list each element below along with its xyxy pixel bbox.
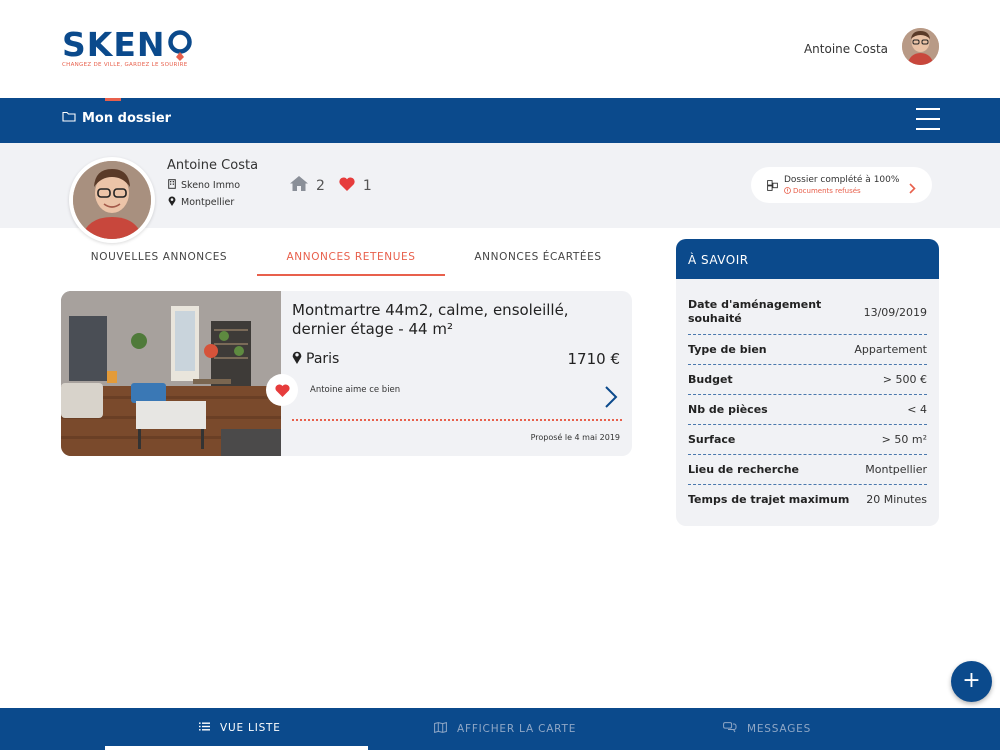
house-icon bbox=[290, 176, 308, 195]
info-row-value: 13/09/2019 bbox=[863, 305, 927, 319]
listing-location-text: Paris bbox=[306, 351, 340, 367]
active-tab-underline bbox=[257, 274, 445, 276]
info-row-value: Appartement bbox=[854, 343, 927, 356]
list-icon bbox=[199, 722, 210, 734]
info-row-label: Type de bien bbox=[688, 343, 767, 356]
bottom-tab-label: MESSAGES bbox=[747, 723, 812, 735]
row-separator bbox=[688, 424, 927, 425]
folder-icon bbox=[62, 111, 76, 126]
location-pin-icon bbox=[292, 350, 302, 368]
dossier-status-text: Dossier complété à 100% bbox=[784, 174, 900, 185]
info-row-label: Lieu de recherche bbox=[688, 463, 799, 476]
info-row-label: Budget bbox=[688, 373, 733, 386]
add-fab-button[interactable]: + bbox=[951, 661, 992, 702]
row-separator bbox=[688, 334, 927, 335]
listing-price: 1710 € bbox=[567, 350, 621, 368]
logo-text: SKEN bbox=[62, 25, 166, 64]
row-separator bbox=[688, 484, 927, 485]
warning-icon bbox=[784, 186, 791, 196]
location-pin-icon bbox=[168, 196, 176, 209]
profile-agency-line: Skeno Immo bbox=[168, 179, 240, 192]
dossier-status-button[interactable]: Dossier complété à 100% Documents refusé… bbox=[751, 167, 932, 203]
chat-icon bbox=[723, 722, 737, 736]
profile-stats: 2 1 bbox=[290, 176, 372, 195]
header-user-name[interactable]: Antoine Costa bbox=[804, 42, 888, 56]
dossier-warning-text: Documents refusés bbox=[793, 187, 861, 195]
bottom-tab-label: AFFICHER LA CARTE bbox=[457, 723, 577, 735]
documents-icon bbox=[767, 176, 778, 195]
info-row-label: Date d'aménagement souhaité bbox=[688, 298, 822, 325]
info-row-label: Temps de trajet maximum bbox=[688, 493, 850, 506]
profile-agency: Skeno Immo bbox=[181, 180, 241, 191]
info-row-label: Surface bbox=[688, 433, 736, 446]
info-row: Temps de trajet maximum 20 Minutes bbox=[688, 493, 927, 506]
building-icon bbox=[168, 179, 176, 192]
info-row-value: > 50 m² bbox=[881, 433, 927, 446]
bottom-tab-messages[interactable]: MESSAGES bbox=[723, 722, 811, 736]
profile-city-line: Montpellier bbox=[168, 196, 234, 209]
info-row-label: Nb de pièces bbox=[688, 403, 768, 416]
info-row: Budget > 500 € bbox=[688, 373, 927, 386]
profile-city: Montpellier bbox=[181, 197, 235, 208]
top-header: SKEN CHANGEZ DE VILLE, GARDEZ LE SOURIRE… bbox=[0, 0, 1000, 98]
info-panel: À SAVOIR Date d'aménagement souhaité 13/… bbox=[676, 239, 939, 526]
bottom-tab-vue-liste[interactable]: VUE LISTE bbox=[199, 722, 281, 734]
logo-pin-icon bbox=[167, 30, 193, 61]
bottom-tab-afficher-carte[interactable]: AFFICHER LA CARTE bbox=[434, 721, 577, 736]
bottom-tab-label: VUE LISTE bbox=[220, 722, 281, 734]
hamburger-menu-icon[interactable] bbox=[916, 108, 940, 130]
nav-accent-marker bbox=[105, 98, 121, 101]
info-row: Surface > 50 m² bbox=[688, 433, 927, 446]
chevron-right-icon[interactable] bbox=[604, 385, 618, 413]
info-row: Nb de pièces < 4 bbox=[688, 403, 927, 416]
profile-name: Antoine Costa bbox=[167, 158, 259, 173]
map-icon bbox=[434, 721, 447, 736]
info-row: Lieu de recherche Montpellier bbox=[688, 463, 927, 476]
heart-icon bbox=[339, 176, 355, 195]
nav-dossier-link[interactable]: Mon dossier bbox=[62, 111, 171, 126]
info-row: Type de bien Appartement bbox=[688, 343, 927, 356]
logo-tagline: CHANGEZ DE VILLE, GARDEZ LE SOURIRE bbox=[62, 62, 188, 68]
listing-title[interactable]: Montmartre 44m2, calme, ensoleillé, dern… bbox=[292, 301, 622, 339]
like-heart-icon[interactable] bbox=[266, 374, 298, 406]
listing-card[interactable]: Montmartre 44m2, calme, ensoleillé, dern… bbox=[61, 291, 632, 456]
row-separator bbox=[688, 394, 927, 395]
profile-avatar bbox=[69, 157, 155, 243]
header-avatar[interactable] bbox=[902, 28, 939, 65]
listing-photo[interactable] bbox=[61, 291, 281, 456]
info-row-value: > 500 € bbox=[882, 373, 927, 386]
info-row-value: < 4 bbox=[907, 403, 927, 416]
info-row-value: 20 Minutes bbox=[866, 493, 927, 506]
info-row-value: Montpellier bbox=[865, 463, 927, 476]
listing-proposed-date: Proposé le 4 mai 2019 bbox=[530, 433, 620, 442]
houses-count: 2 bbox=[316, 177, 325, 194]
dotted-divider bbox=[292, 419, 622, 421]
tab-annonces-retenues[interactable]: ANNONCES RETENUES bbox=[257, 251, 445, 263]
info-row: Date d'aménagement souhaité 13/09/2019 bbox=[688, 298, 927, 326]
nav-title: Mon dossier bbox=[82, 111, 172, 126]
tab-annonces-ecartees[interactable]: ANNONCES ÉCARTÉES bbox=[452, 251, 624, 263]
tab-nouvelles-annonces[interactable]: NOUVELLES ANNONCES bbox=[70, 251, 248, 263]
listing-location: Paris bbox=[292, 350, 339, 368]
likes-count: 1 bbox=[362, 177, 372, 194]
info-panel-title: À SAVOIR bbox=[676, 239, 939, 279]
row-separator bbox=[688, 454, 927, 455]
listing-likes-text: Antoine aime ce bien bbox=[310, 385, 401, 395]
app-page: SKEN CHANGEZ DE VILLE, GARDEZ LE SOURIRE… bbox=[0, 0, 1000, 750]
row-separator bbox=[688, 364, 927, 365]
chevron-right-icon bbox=[909, 179, 916, 198]
active-bottom-tab-indicator bbox=[105, 746, 368, 750]
skeno-logo[interactable]: SKEN CHANGEZ DE VILLE, GARDEZ LE SOURIRE bbox=[62, 28, 193, 68]
